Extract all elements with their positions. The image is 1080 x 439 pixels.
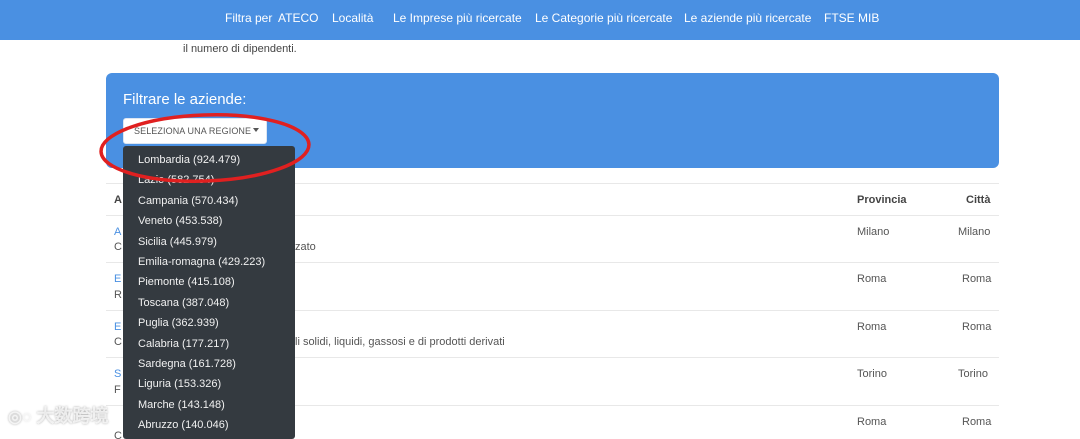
region-option-calabria[interactable]: Calabria (177.217) — [138, 338, 229, 350]
nav-link-ateco[interactable]: ATECO — [278, 11, 318, 25]
region-option-lazio[interactable]: Lazio (582.754) — [138, 174, 214, 186]
table-header-provincia: Provincia — [857, 194, 907, 206]
region-option-veneto[interactable]: Veneto (453.538) — [138, 215, 222, 227]
nav-link-ftse-mib[interactable]: FTSE MIB — [824, 11, 879, 25]
region-option-marche[interactable]: Marche (143.148) — [138, 399, 225, 411]
region-option-campania[interactable]: Campania (570.434) — [138, 195, 238, 207]
region-option-liguria[interactable]: Liguria (153.326) — [138, 378, 221, 390]
company-description: C — [114, 430, 122, 439]
company-citta: Roma — [962, 416, 992, 428]
company-name-link[interactable]: E — [114, 273, 121, 285]
company-description-tail: zato — [295, 241, 316, 253]
company-provincia: Roma — [857, 273, 887, 285]
region-option-sicilia[interactable]: Sicilia (445.979) — [138, 236, 217, 248]
watermark: ◎◌ 大数跨境 — [8, 402, 108, 428]
nav-link-categorie[interactable]: Le Categorie più ricercate — [535, 11, 672, 25]
company-description: C — [114, 241, 122, 253]
caret-down-icon — [253, 128, 260, 132]
nav-link-aziende[interactable]: Le aziende più ricercate — [684, 11, 811, 25]
filter-title: Filtrare le aziende: — [123, 91, 247, 108]
company-description: R — [114, 289, 122, 301]
table-header-citta: Città — [966, 194, 991, 206]
company-citta: Roma — [962, 321, 992, 333]
nav-link-localita[interactable]: Località — [332, 11, 373, 25]
company-name-link[interactable]: S — [114, 368, 121, 380]
watermark-logo-icon: ◎◌ — [8, 409, 32, 426]
company-citta: Torino — [958, 368, 988, 380]
region-option-abruzzo[interactable]: Abruzzo (140.046) — [138, 419, 229, 431]
company-provincia: Milano — [857, 226, 890, 238]
company-description: C — [114, 336, 122, 348]
region-option-piemonte[interactable]: Piemonte (415.108) — [138, 276, 235, 288]
company-name-link[interactable]: A — [114, 226, 121, 238]
company-citta: Roma — [962, 273, 992, 285]
region-option-lombardia[interactable]: Lombardia (924.479) — [138, 154, 240, 166]
region-select-button[interactable]: SELEZIONA UNA REGIONE — [123, 118, 267, 144]
nav-link-imprese[interactable]: Le Imprese più ricercate — [393, 11, 522, 25]
company-provincia: Torino — [857, 368, 887, 380]
company-citta: Milano — [958, 226, 991, 238]
company-name-link[interactable]: E — [114, 321, 121, 333]
company-description: F — [114, 384, 121, 396]
region-option-sardegna[interactable]: Sardegna (161.728) — [138, 358, 236, 370]
watermark-text: 大数跨境 — [36, 406, 109, 426]
region-option-toscana[interactable]: Toscana (387.048) — [138, 297, 229, 309]
company-description-tail: li solidi, liquidi, gassosi e di prodott… — [295, 336, 505, 348]
company-provincia: Roma — [857, 321, 887, 333]
company-provincia: Roma — [857, 416, 887, 428]
region-select-label: SELEZIONA UNA REGIONE — [134, 126, 252, 136]
region-option-puglia[interactable]: Puglia (362.939) — [138, 317, 219, 329]
nav-filter-label: Filtra per — [225, 11, 273, 25]
top-navbar: Filtra per ATECO Località Le Imprese più… — [0, 0, 1080, 40]
description-text: il numero di dipendenti. — [183, 43, 297, 55]
region-option-emilia-romagna[interactable]: Emilia-romagna (429.223) — [138, 256, 265, 268]
region-dropdown-menu: Lombardia (924.479) Lazio (582.754) Camp… — [123, 146, 295, 439]
table-header-name: A — [114, 194, 122, 206]
